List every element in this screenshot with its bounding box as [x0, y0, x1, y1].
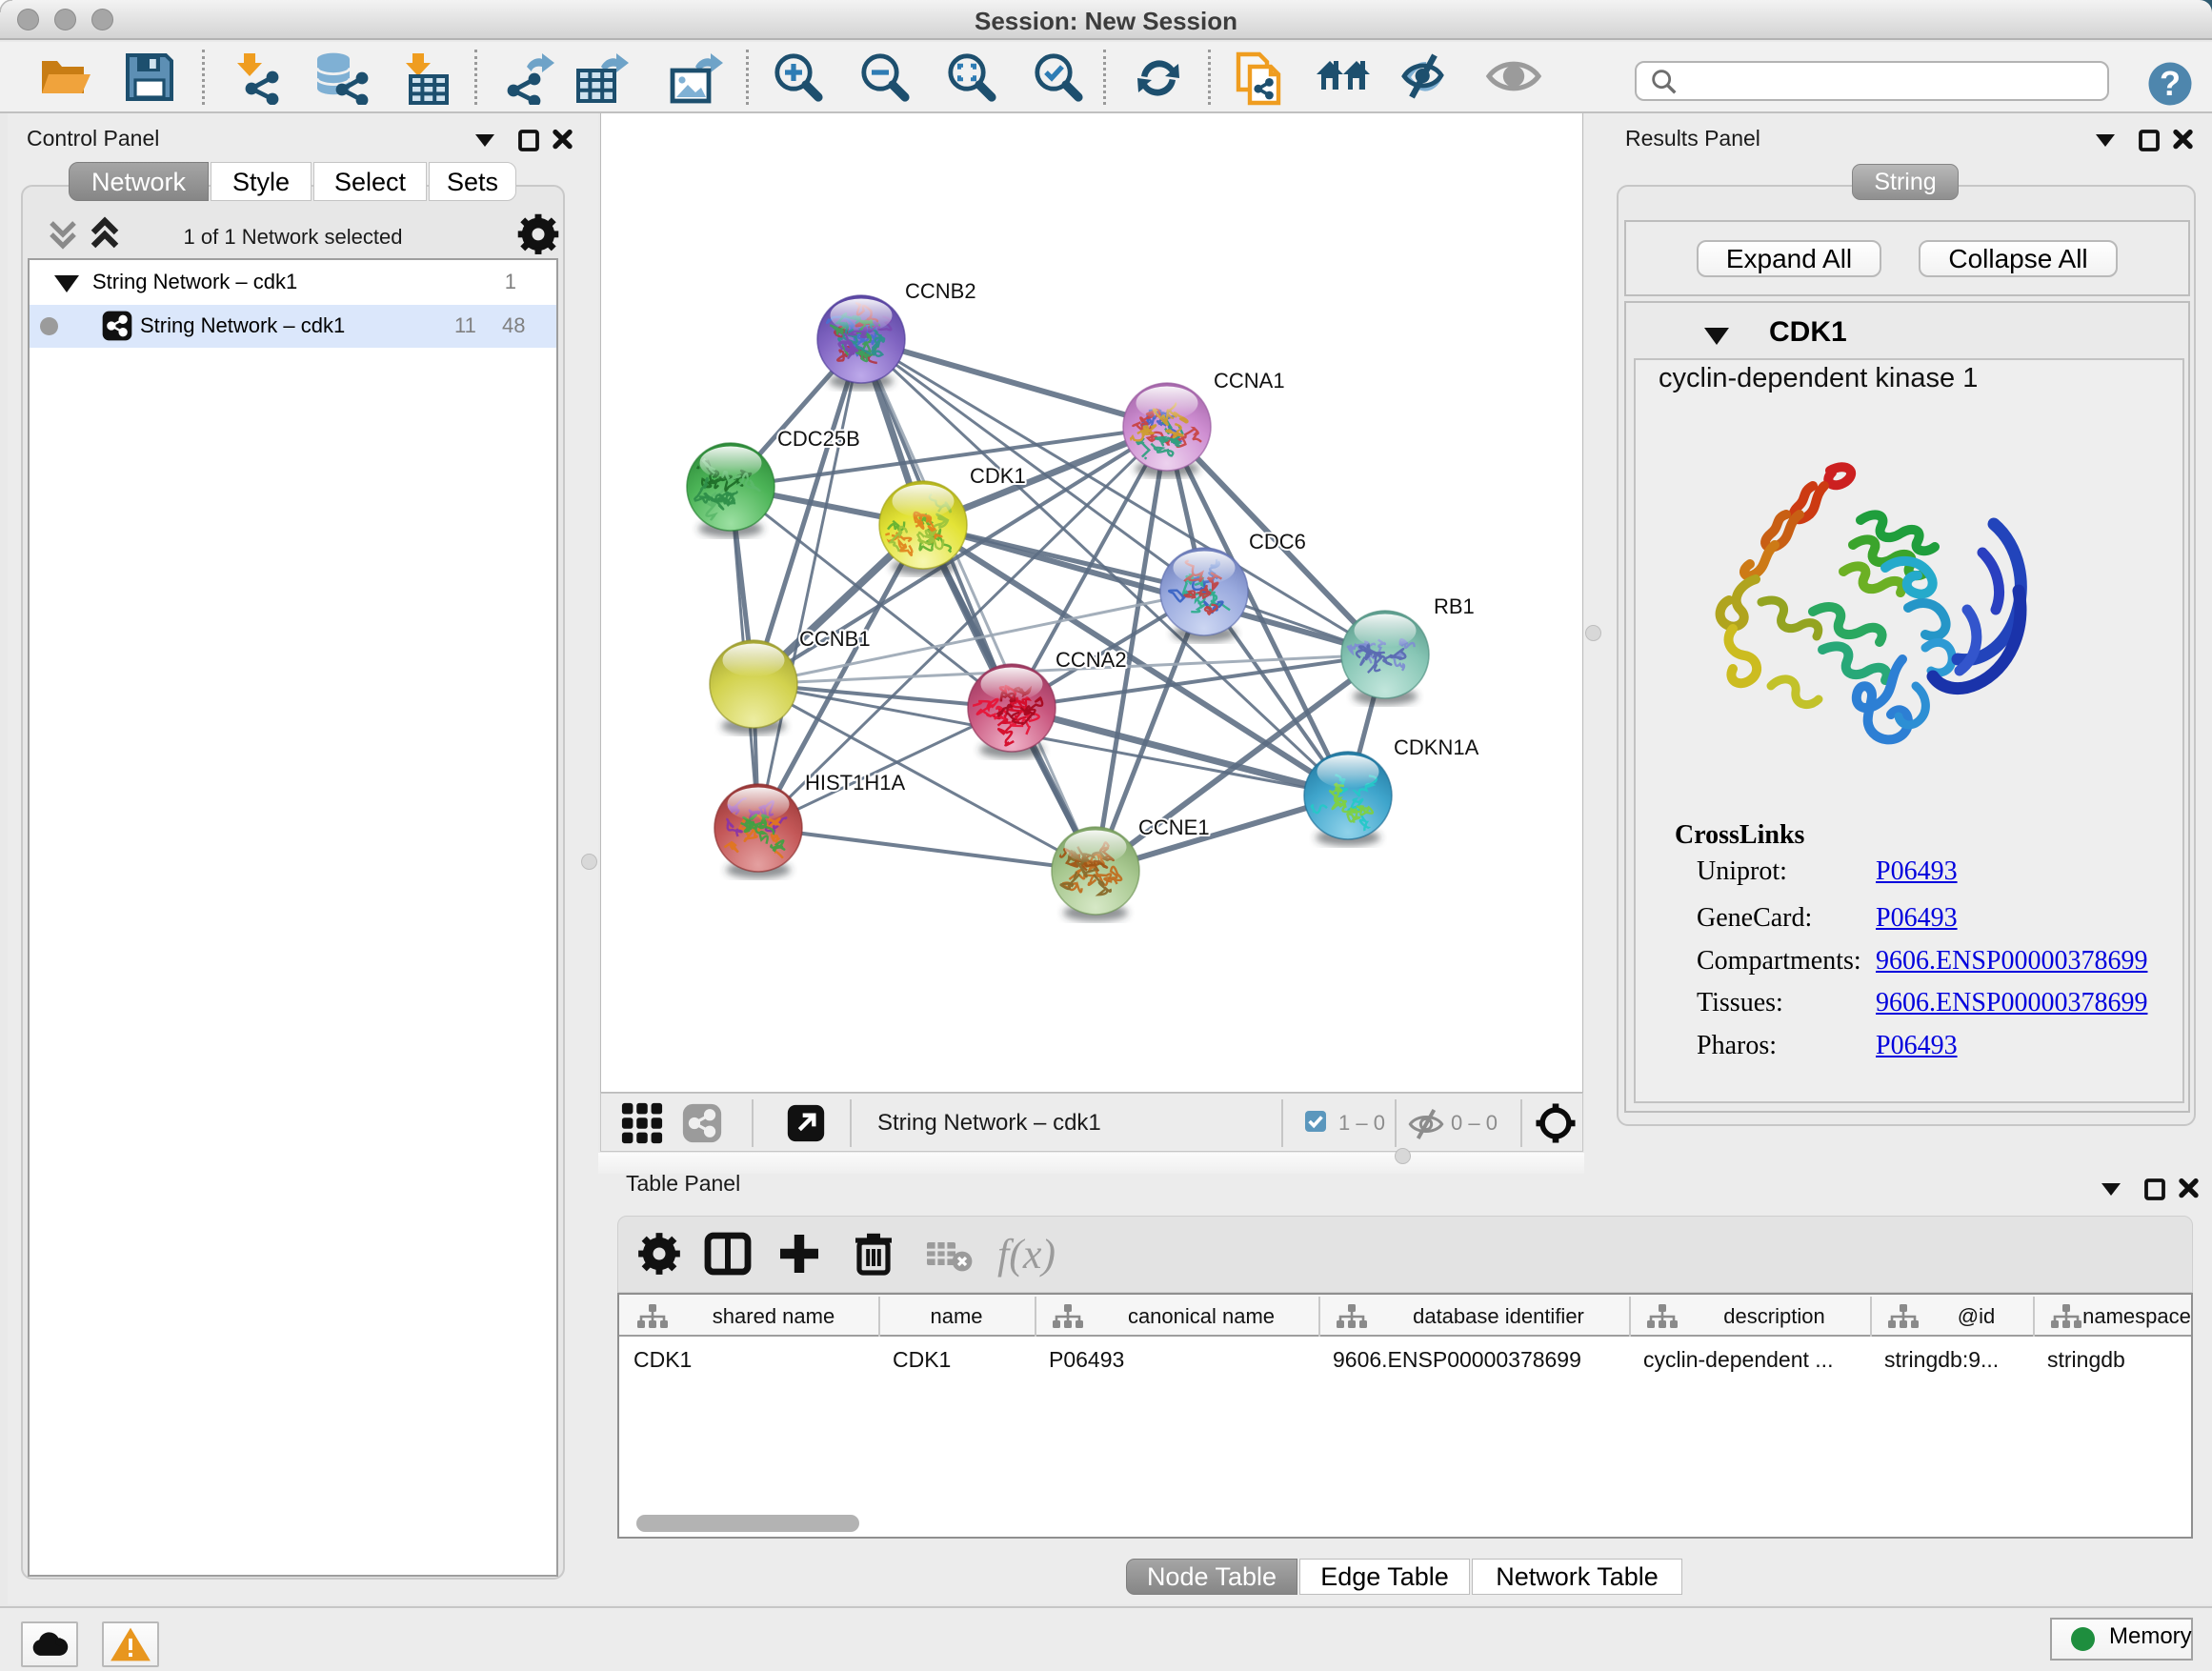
svg-text:CDKN1A: CDKN1A	[1394, 735, 1479, 759]
svg-text:CCNA1: CCNA1	[1214, 369, 1285, 393]
svg-text:HIST1H1A: HIST1H1A	[805, 771, 905, 795]
svg-text:RB1: RB1	[1434, 594, 1475, 618]
svg-text:CCNE1: CCNE1	[1138, 815, 1210, 839]
svg-text:?: ?	[2160, 64, 2181, 103]
svg-text:CDC6: CDC6	[1249, 530, 1306, 554]
svg-text:CCNB2: CCNB2	[905, 279, 976, 303]
svg-text:CCNA2: CCNA2	[1056, 648, 1127, 672]
svg-text:CCNB1: CCNB1	[799, 627, 871, 651]
svg-text:CDK1: CDK1	[970, 464, 1026, 488]
svg-text:CDC25B: CDC25B	[777, 427, 860, 451]
